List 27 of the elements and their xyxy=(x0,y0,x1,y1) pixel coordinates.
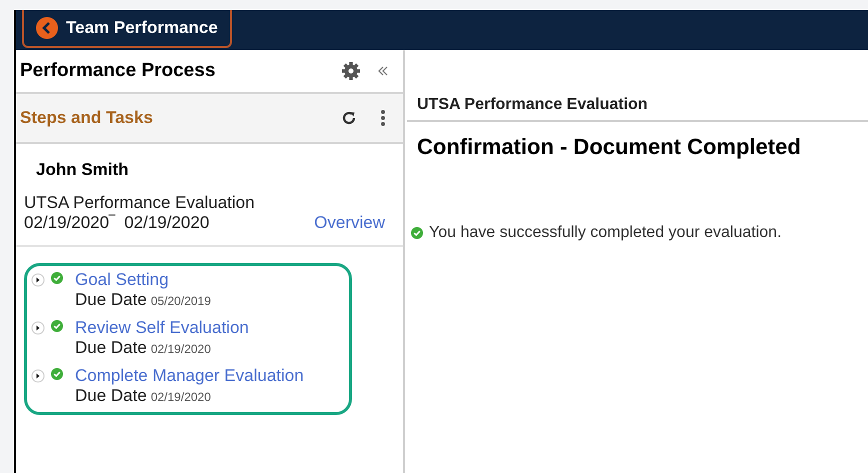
due-date: 02/19/2020 xyxy=(150,388,211,406)
document-name: UTSA Performance Evaluation xyxy=(24,192,256,212)
refresh-icon[interactable] xyxy=(341,110,357,126)
due-date-label: Due Date xyxy=(75,386,147,406)
more-icon[interactable] xyxy=(381,110,385,126)
expand-icon[interactable] xyxy=(31,320,45,334)
back-icon xyxy=(36,17,58,39)
page-subtitle: UTSA Performance Evaluation xyxy=(417,95,648,115)
step-link[interactable]: Review Self Evaluation xyxy=(75,318,249,338)
date-range: 02/19/2020‾ 02/19/2020 xyxy=(24,212,210,232)
overview-link[interactable]: Overview xyxy=(314,212,385,232)
success-message: You have successfully completed your evaluation. xyxy=(429,223,782,243)
due-date-label: Due Date xyxy=(75,290,147,310)
due-date: 05/20/2019 xyxy=(150,292,211,310)
back-button[interactable]: Team Performance xyxy=(22,10,232,48)
expand-icon[interactable] xyxy=(31,272,45,286)
employee-name: John Smith xyxy=(35,159,130,181)
due-date: 02/19/2020 xyxy=(150,340,211,358)
collapse-icon[interactable] xyxy=(377,65,389,77)
panel-title: Performance Process xyxy=(20,58,216,83)
page-title: Confirmation - Document Completed xyxy=(416,133,802,161)
section-title: Steps and Tasks xyxy=(20,107,153,130)
due-date-label: Due Date xyxy=(75,338,147,358)
step-link[interactable]: Complete Manager Evaluation xyxy=(75,366,304,386)
expand-icon[interactable] xyxy=(31,368,45,382)
check-icon xyxy=(411,227,423,239)
step-link[interactable]: Goal Setting xyxy=(75,270,211,290)
